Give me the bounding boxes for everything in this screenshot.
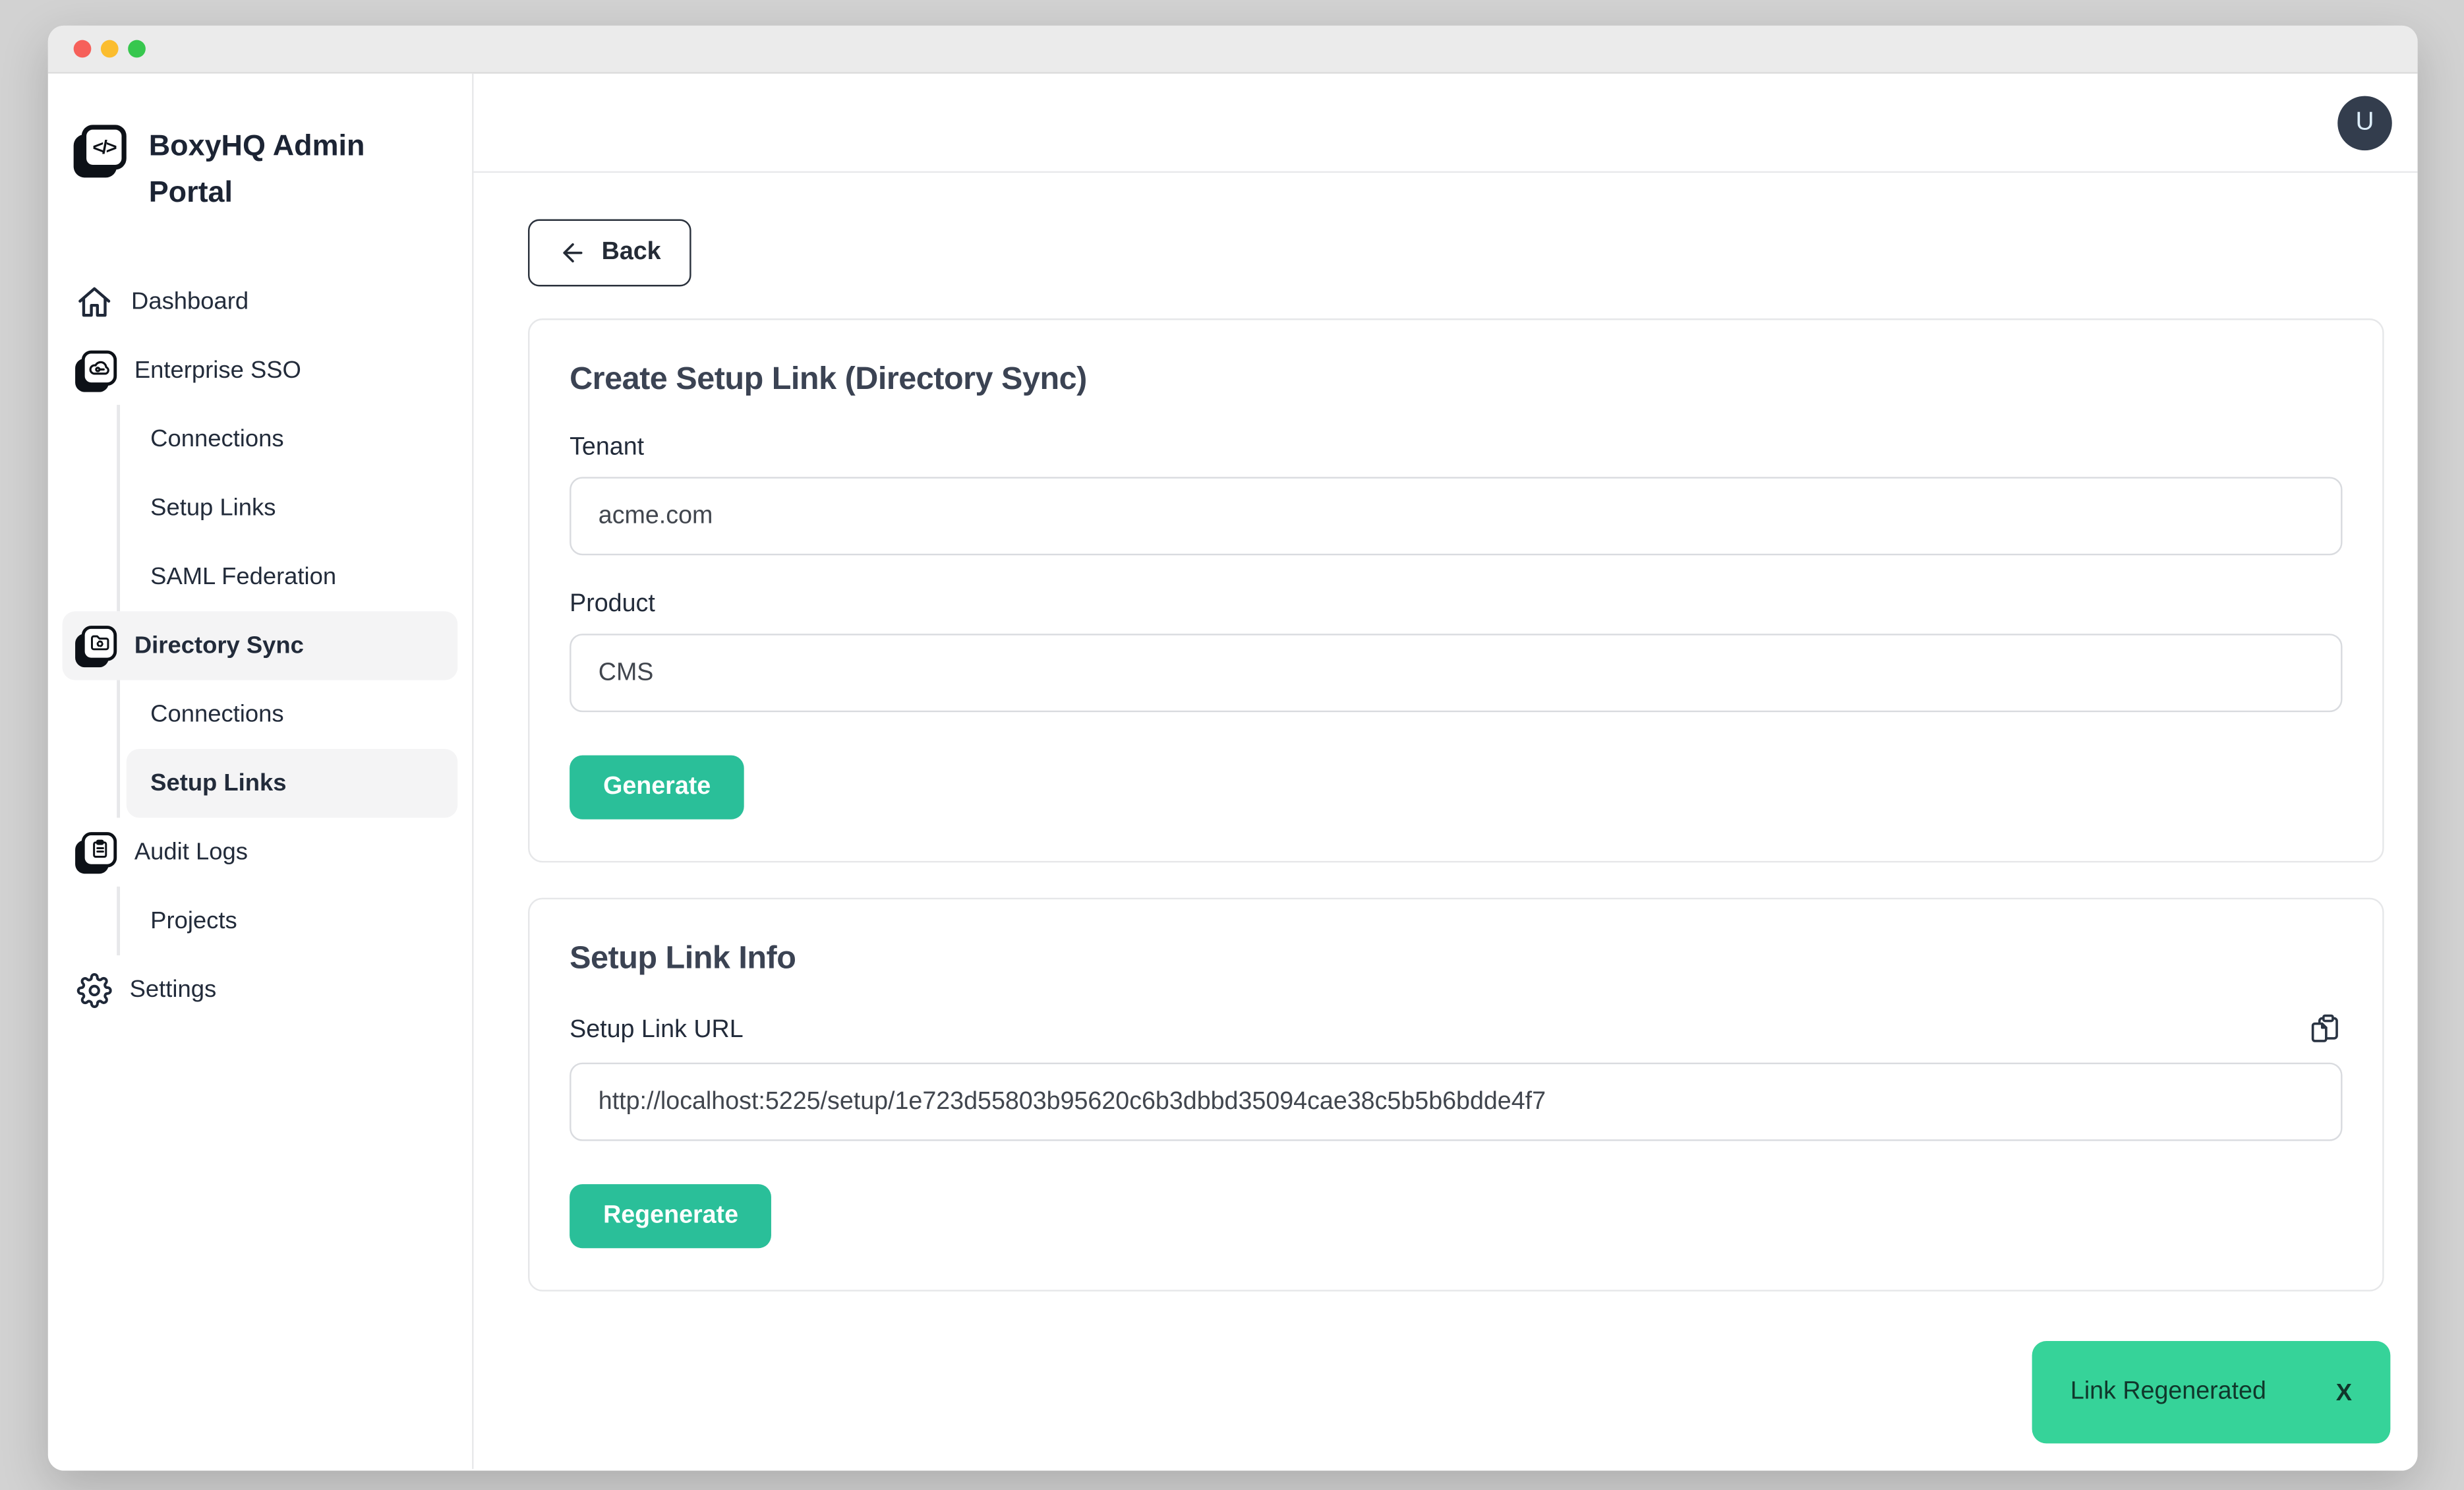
user-avatar[interactable]: U xyxy=(2337,95,2392,150)
product-label: Product xyxy=(570,591,2342,620)
sidebar-item-label: Audit Logs xyxy=(134,839,248,866)
minimize-window-icon[interactable] xyxy=(101,40,119,58)
sidebar-item-projects[interactable]: Projects xyxy=(127,887,457,955)
sidebar-item-label: Projects xyxy=(150,907,237,934)
sidebar-item-saml-federation[interactable]: SAML Federation xyxy=(127,543,457,611)
sidebar-item-dsync-connections[interactable]: Connections xyxy=(127,680,457,749)
toast-close-button[interactable]: X xyxy=(2323,1372,2364,1412)
sidebar-item-label: Setup Links xyxy=(150,770,286,797)
sidebar: </> BoxyHQ Admin Portal Dashboard xyxy=(48,74,474,1470)
desktop: </> BoxyHQ Admin Portal Dashboard xyxy=(0,0,2464,1490)
url-label-row: Setup Link URL xyxy=(570,1013,2342,1048)
sidebar-item-dsync-setup-links[interactable]: Setup Links xyxy=(127,749,457,818)
maximize-window-icon[interactable] xyxy=(128,40,146,58)
sidebar-item-label: Dashboard xyxy=(131,288,249,315)
sidebar-item-label: SAML Federation xyxy=(150,563,336,590)
toast-notification: Link Regenerated X xyxy=(2032,1341,2391,1443)
tenant-label: Tenant xyxy=(570,434,2342,463)
app-body: </> BoxyHQ Admin Portal Dashboard xyxy=(48,74,2418,1470)
audit-clipboard-keycap-icon xyxy=(75,831,117,873)
sidebar-item-audit-logs[interactable]: Audit Logs xyxy=(63,818,458,886)
copy-clipboard-icon xyxy=(2309,1013,2341,1045)
enterprise-sso-subnav: Connections Setup Links SAML Federation xyxy=(117,405,457,611)
sidebar-item-enterprise-sso[interactable]: Enterprise SSO xyxy=(63,336,458,405)
gear-icon xyxy=(77,972,112,1007)
tenant-input[interactable] xyxy=(570,477,2342,555)
product-input[interactable] xyxy=(570,634,2342,712)
setup-link-url-label: Setup Link URL xyxy=(570,1016,744,1045)
sidebar-item-label: Setup Links xyxy=(150,494,276,522)
card-title: Setup Link Info xyxy=(570,941,2342,978)
back-button[interactable]: Back xyxy=(528,220,691,287)
sidebar-item-label: Enterprise SSO xyxy=(134,357,301,384)
page-content: Back Create Setup Link (Directory Sync) … xyxy=(473,173,2417,1292)
window-titlebar xyxy=(48,26,2418,74)
sidebar-nav: Dashboard Enterprise S xyxy=(63,267,458,1024)
boxyhq-logo-icon: </> xyxy=(74,125,127,177)
brand-logo-row[interactable]: </> BoxyHQ Admin Portal xyxy=(74,121,447,214)
sidebar-item-dashboard[interactable]: Dashboard xyxy=(63,267,458,336)
sidebar-item-sso-connections[interactable]: Connections xyxy=(127,405,457,473)
home-icon xyxy=(75,282,113,320)
setup-link-url-input[interactable] xyxy=(570,1063,2342,1141)
main-area: U Back Create Setup Link (Directory Sync… xyxy=(473,74,2417,1470)
toast-message: Link Regenerated xyxy=(2070,1378,2266,1407)
app-title: BoxyHQ Admin Portal xyxy=(149,121,389,214)
setup-link-info-card: Setup Link Info Setup Link URL xyxy=(528,898,2384,1292)
audit-logs-subnav: Projects xyxy=(117,887,457,955)
app-window: </> BoxyHQ Admin Portal Dashboard xyxy=(48,26,2418,1471)
sidebar-item-label: Connections xyxy=(150,426,283,453)
sso-cloud-key-keycap-icon xyxy=(75,349,117,391)
copy-to-clipboard-button[interactable] xyxy=(2307,1013,2342,1048)
directory-sync-subnav: Connections Setup Links xyxy=(117,680,457,818)
top-header: U xyxy=(473,74,2417,173)
avatar-initial: U xyxy=(2355,108,2374,137)
sidebar-item-sso-setup-links[interactable]: Setup Links xyxy=(127,473,457,542)
sidebar-item-label: Settings xyxy=(130,976,217,1003)
sidebar-item-directory-sync[interactable]: Directory Sync xyxy=(63,611,458,680)
card-title: Create Setup Link (Directory Sync) xyxy=(570,362,2342,399)
regenerate-button[interactable]: Regenerate xyxy=(570,1184,772,1248)
sidebar-item-label: Connections xyxy=(150,701,283,728)
sidebar-item-settings[interactable]: Settings xyxy=(63,955,458,1024)
sidebar-item-label: Directory Sync xyxy=(134,632,304,659)
back-label: Back xyxy=(602,239,661,268)
arrow-left-icon xyxy=(558,239,587,268)
close-window-icon[interactable] xyxy=(74,40,92,58)
generate-button[interactable]: Generate xyxy=(570,756,744,820)
create-setup-link-card: Create Setup Link (Directory Sync) Tenan… xyxy=(528,318,2384,862)
directory-folder-keycap-icon xyxy=(75,625,117,667)
